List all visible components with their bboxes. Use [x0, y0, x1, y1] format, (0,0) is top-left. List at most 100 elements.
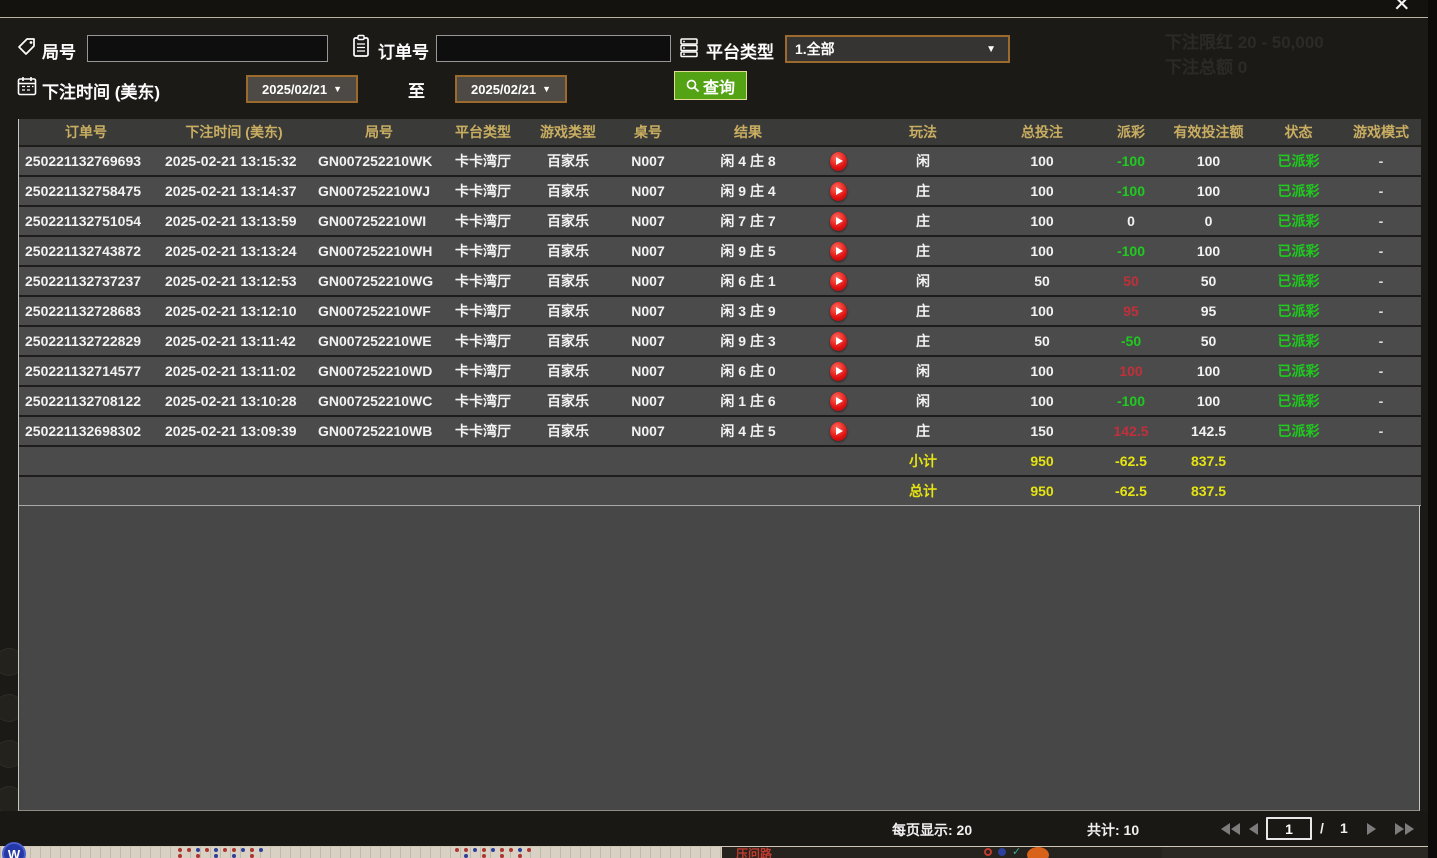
cell-play-type: 闲	[863, 356, 983, 386]
date-to-picker[interactable]: 2025/02/21 ▼	[455, 75, 567, 103]
replay-play-icon[interactable]	[830, 362, 847, 381]
cell-result: 闲 1 庄 6	[683, 386, 813, 416]
road-dot	[518, 854, 522, 858]
dialog-top-border	[0, 17, 1428, 18]
cell-total-bet: 150	[983, 416, 1101, 446]
replay-play-icon[interactable]	[830, 332, 847, 351]
road-dot	[232, 854, 236, 858]
grand-total-valid-bet: 837.5	[1161, 476, 1256, 506]
cell-game-mode: -	[1341, 356, 1421, 386]
page-input[interactable]	[1266, 817, 1312, 840]
header-game-type: 游戏类型	[523, 119, 613, 146]
play-triangle	[836, 397, 843, 405]
road-dot	[214, 854, 218, 858]
replay-play-icon[interactable]	[830, 212, 847, 231]
subtotal-spacer	[1256, 446, 1421, 476]
cell-status: 已派彩	[1256, 296, 1341, 326]
cell-game-type: 百家乐	[523, 326, 613, 356]
cell-play-type: 庄	[863, 296, 983, 326]
cell-order-no: 250221132728683	[19, 296, 153, 326]
platform-type-value: 1.全部	[787, 39, 986, 59]
replay-play-icon[interactable]	[830, 242, 847, 261]
play-triangle	[836, 427, 843, 435]
road-dot	[205, 848, 209, 852]
header-result: 结果	[683, 119, 813, 146]
close-icon[interactable]: ✕	[1393, 0, 1411, 17]
subtotal-spacer	[19, 446, 863, 476]
cell-table-no: N007	[613, 296, 683, 326]
cell-game-mode: -	[1341, 146, 1421, 176]
search-icon	[686, 79, 700, 93]
cell-bet-time: 2025-02-21 13:11:42	[153, 326, 315, 356]
cell-status: 已派彩	[1256, 386, 1341, 416]
cell-total-bet: 100	[983, 296, 1101, 326]
records-table: 订单号 下注时间 (美东) 局号 平台类型 游戏类型 桌号 结果 玩法 总投注 …	[19, 119, 1421, 506]
round-no-input[interactable]	[87, 35, 328, 62]
cell-valid-bet: 50	[1161, 326, 1256, 356]
cell-payout: 142.5	[1101, 416, 1161, 446]
cell-table-no: N007	[613, 206, 683, 236]
player-dot-icon	[998, 848, 1006, 856]
cell-total-bet: 100	[983, 356, 1101, 386]
cell-play-type: 庄	[863, 206, 983, 236]
cell-result: 闲 9 庄 4	[683, 176, 813, 206]
cell-table-no: N007	[613, 176, 683, 206]
cell-result: 闲 4 庄 5	[683, 416, 813, 446]
cell-platform-type: 卡卡湾厅	[443, 296, 523, 326]
cell-status: 已派彩	[1256, 146, 1341, 176]
order-no-label: 订单号	[378, 38, 429, 63]
cell-payout: -100	[1101, 176, 1161, 206]
header-bet-time: 下注时间 (美东)	[153, 119, 315, 146]
order-no-input[interactable]	[436, 35, 671, 62]
bet-time-label: 下注时间 (美东)	[42, 78, 160, 103]
cell-bet-time: 2025-02-21 13:13:59	[153, 206, 315, 236]
cell-play-type: 庄	[863, 176, 983, 206]
table-body: 250221132769693 2025-02-21 13:15:32 GN00…	[19, 146, 1421, 446]
cell-game-type: 百家乐	[523, 236, 613, 266]
chevron-down-icon: ▼	[986, 44, 1008, 55]
banker-dot-icon	[984, 848, 992, 856]
header-platform-type: 平台类型	[443, 119, 523, 146]
cell-game-type: 百家乐	[523, 266, 613, 296]
platform-type-select[interactable]: 1.全部 ▼	[785, 35, 1010, 63]
date-from-picker[interactable]: 2025/02/21 ▼	[246, 75, 358, 103]
cell-order-no: 250221132769693	[19, 146, 153, 176]
first-page-icon[interactable]	[1221, 823, 1240, 835]
cell-game-type: 百家乐	[523, 356, 613, 386]
road-dot	[464, 848, 468, 852]
cell-platform-type: 卡卡湾厅	[443, 386, 523, 416]
cell-replay	[813, 416, 863, 446]
last-page-icon[interactable]	[1395, 823, 1414, 835]
cell-result: 闲 9 庄 5	[683, 236, 813, 266]
check-icon: ✓	[1012, 847, 1021, 858]
records-table-area: 订单号 下注时间 (美东) 局号 平台类型 游戏类型 桌号 结果 玩法 总投注 …	[18, 119, 1420, 811]
round-no-label: 局号	[42, 38, 76, 63]
replay-play-icon[interactable]	[830, 152, 847, 171]
cell-round-no: GN007252210WB	[315, 416, 443, 446]
replay-play-icon[interactable]	[830, 272, 847, 291]
cell-valid-bet: 100	[1161, 356, 1256, 386]
cell-table-no: N007	[613, 266, 683, 296]
replay-play-icon[interactable]	[830, 422, 847, 441]
date-to-label: 至	[408, 77, 425, 102]
query-button[interactable]: 查询	[674, 71, 747, 100]
cell-table-no: N007	[613, 386, 683, 416]
replay-play-icon[interactable]	[830, 182, 847, 201]
grand-total-spacer	[1256, 476, 1421, 506]
cell-order-no: 250221132722829	[19, 326, 153, 356]
cell-table-no: N007	[613, 146, 683, 176]
prev-page-icon[interactable]	[1249, 823, 1258, 835]
replay-play-icon[interactable]	[830, 392, 847, 411]
next-page-icon[interactable]	[1367, 823, 1376, 835]
cell-order-no: 250221132737237	[19, 266, 153, 296]
cell-status: 已派彩	[1256, 416, 1341, 446]
platform-type-label: 平台类型	[706, 38, 774, 63]
cell-platform-type: 卡卡湾厅	[443, 146, 523, 176]
ghost-bet-total-text: 下注总额 0	[1165, 53, 1247, 78]
grand-total-spacer	[19, 476, 863, 506]
replay-play-icon[interactable]	[830, 302, 847, 321]
road-dot	[223, 848, 227, 852]
cell-valid-bet: 100	[1161, 146, 1256, 176]
road-panel-right	[1162, 847, 1428, 858]
cell-payout: -100	[1101, 236, 1161, 266]
